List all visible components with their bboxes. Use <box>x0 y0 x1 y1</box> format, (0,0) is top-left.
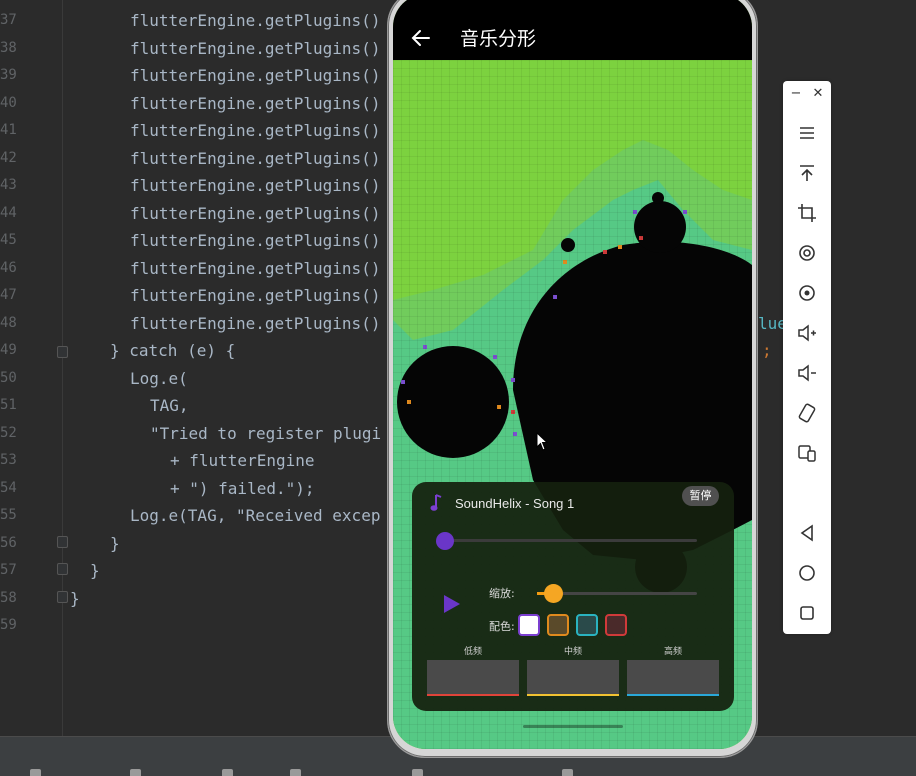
line-number: 52 <box>0 424 17 441</box>
code-text: flutterEngine.getPlugins() <box>130 176 381 195</box>
code-text: Log.e(TAG, "Received excep <box>130 506 381 525</box>
home-indicator[interactable] <box>523 725 623 728</box>
emulator-toolbar: − ✕ <box>783 81 831 634</box>
color-swatch-red[interactable] <box>605 614 627 636</box>
minimize-icon[interactable]: − <box>789 84 803 104</box>
progress-thumb[interactable] <box>436 532 454 550</box>
nav-home-icon[interactable] <box>795 561 819 585</box>
app-title: 音乐分形 <box>460 28 537 50</box>
line-number: 46 <box>0 259 17 276</box>
music-note-icon <box>430 494 442 511</box>
code-text: flutterEngine.getPlugins() <box>130 203 381 223</box>
code-text: flutterEngine.getPlugins() <box>130 258 381 278</box>
color-swatch-orange[interactable] <box>547 614 569 636</box>
fold-marker[interactable] <box>57 591 68 603</box>
line-number: 56 <box>0 534 17 551</box>
song-title: SoundHelix - Song 1 <box>455 496 575 511</box>
band-label: 中频 <box>563 647 582 657</box>
line-number: 41 <box>0 122 17 138</box>
color-swatch-white[interactable] <box>518 614 540 636</box>
volume-down-icon[interactable] <box>795 361 819 385</box>
nav-back-icon[interactable] <box>795 521 819 545</box>
line-number: 58 <box>0 589 17 606</box>
volume-up-icon[interactable] <box>795 321 819 345</box>
crop-icon[interactable] <box>795 201 819 225</box>
band-label: 低频 <box>463 647 482 657</box>
play-icon[interactable] <box>443 594 461 614</box>
code-text: } <box>110 533 120 553</box>
code-text: flutterEngine.getPlugins() <box>130 38 381 58</box>
zoom-thumb[interactable] <box>544 584 563 603</box>
line-number: 42 <box>0 149 17 166</box>
code-text: flutterEngine.getPlugins() <box>130 231 381 250</box>
code-text: + ") failed."); <box>170 478 315 498</box>
mouse-cursor-icon <box>536 432 549 451</box>
fold-marker[interactable] <box>57 536 68 548</box>
line-number: 55 <box>0 507 17 523</box>
phone-frame: 音乐分形 SoundHelix - Song 1 暂停 缩放: 配色: 低频 中… <box>387 0 758 758</box>
line-number: 38 <box>0 39 17 56</box>
app-bar: 音乐分形 <box>393 0 752 60</box>
code-text: flutterEngine.getPlugins() <box>130 11 381 30</box>
code-text: flutterEngine.getPlugins() <box>130 148 381 168</box>
band-level-bar <box>527 660 619 696</box>
code-text: "Tried to register plugi <box>150 423 382 443</box>
code-text: TAG, <box>150 396 189 415</box>
color-swatch-teal[interactable] <box>576 614 598 636</box>
nav-overview-icon[interactable] <box>795 601 819 625</box>
fold-marker[interactable] <box>57 346 68 358</box>
music-control-panel: SoundHelix - Song 1 暂停 缩放: 配色: 低频 中频 高频 <box>412 482 734 711</box>
line-number: 45 <box>0 232 17 248</box>
code-text: } catch (e) { <box>110 341 236 360</box>
line-number: 40 <box>0 94 17 111</box>
color-scheme-label: 配色: <box>489 620 515 633</box>
line-number: 59 <box>0 617 17 633</box>
line-number: 51 <box>0 397 17 413</box>
fold-marker[interactable] <box>57 563 68 575</box>
band-label: 高频 <box>663 647 682 657</box>
screenshot-icon[interactable] <box>795 281 819 305</box>
line-number: 53 <box>0 452 17 468</box>
code-text: flutterEngine.getPlugins() <box>130 121 381 140</box>
line-number: 44 <box>0 204 17 221</box>
screen-record-icon[interactable] <box>795 241 819 265</box>
back-arrow-icon[interactable] <box>411 28 431 48</box>
zoom-label: 缩放: <box>489 587 515 600</box>
line-number: 57 <box>0 562 17 578</box>
progress-slider[interactable] <box>445 539 697 542</box>
multi-display-icon[interactable] <box>795 441 819 465</box>
code-text: } <box>70 588 80 608</box>
line-number: 37 <box>0 12 17 28</box>
line-number: 39 <box>0 67 17 83</box>
close-icon[interactable]: ✕ <box>811 84 825 104</box>
band-level-bar <box>427 660 519 696</box>
rotate-icon[interactable] <box>795 401 819 425</box>
code-overflow-text: ; <box>762 341 772 360</box>
code-text: } <box>90 561 100 580</box>
line-number: 54 <box>0 479 17 496</box>
band-level-bar <box>627 660 719 696</box>
pin-top-icon[interactable] <box>795 161 819 185</box>
code-text: flutterEngine.getPlugins() <box>130 93 381 113</box>
menu-icon[interactable] <box>795 121 819 145</box>
code-text: flutterEngine.getPlugins() <box>130 66 381 85</box>
line-number: 43 <box>0 177 17 193</box>
code-text: Log.e( <box>130 368 188 388</box>
code-text: + flutterEngine <box>170 451 315 470</box>
pause-button[interactable]: 暂停 <box>682 486 719 506</box>
phone-screen[interactable]: 音乐分形 SoundHelix - Song 1 暂停 缩放: 配色: 低频 中… <box>393 0 752 749</box>
